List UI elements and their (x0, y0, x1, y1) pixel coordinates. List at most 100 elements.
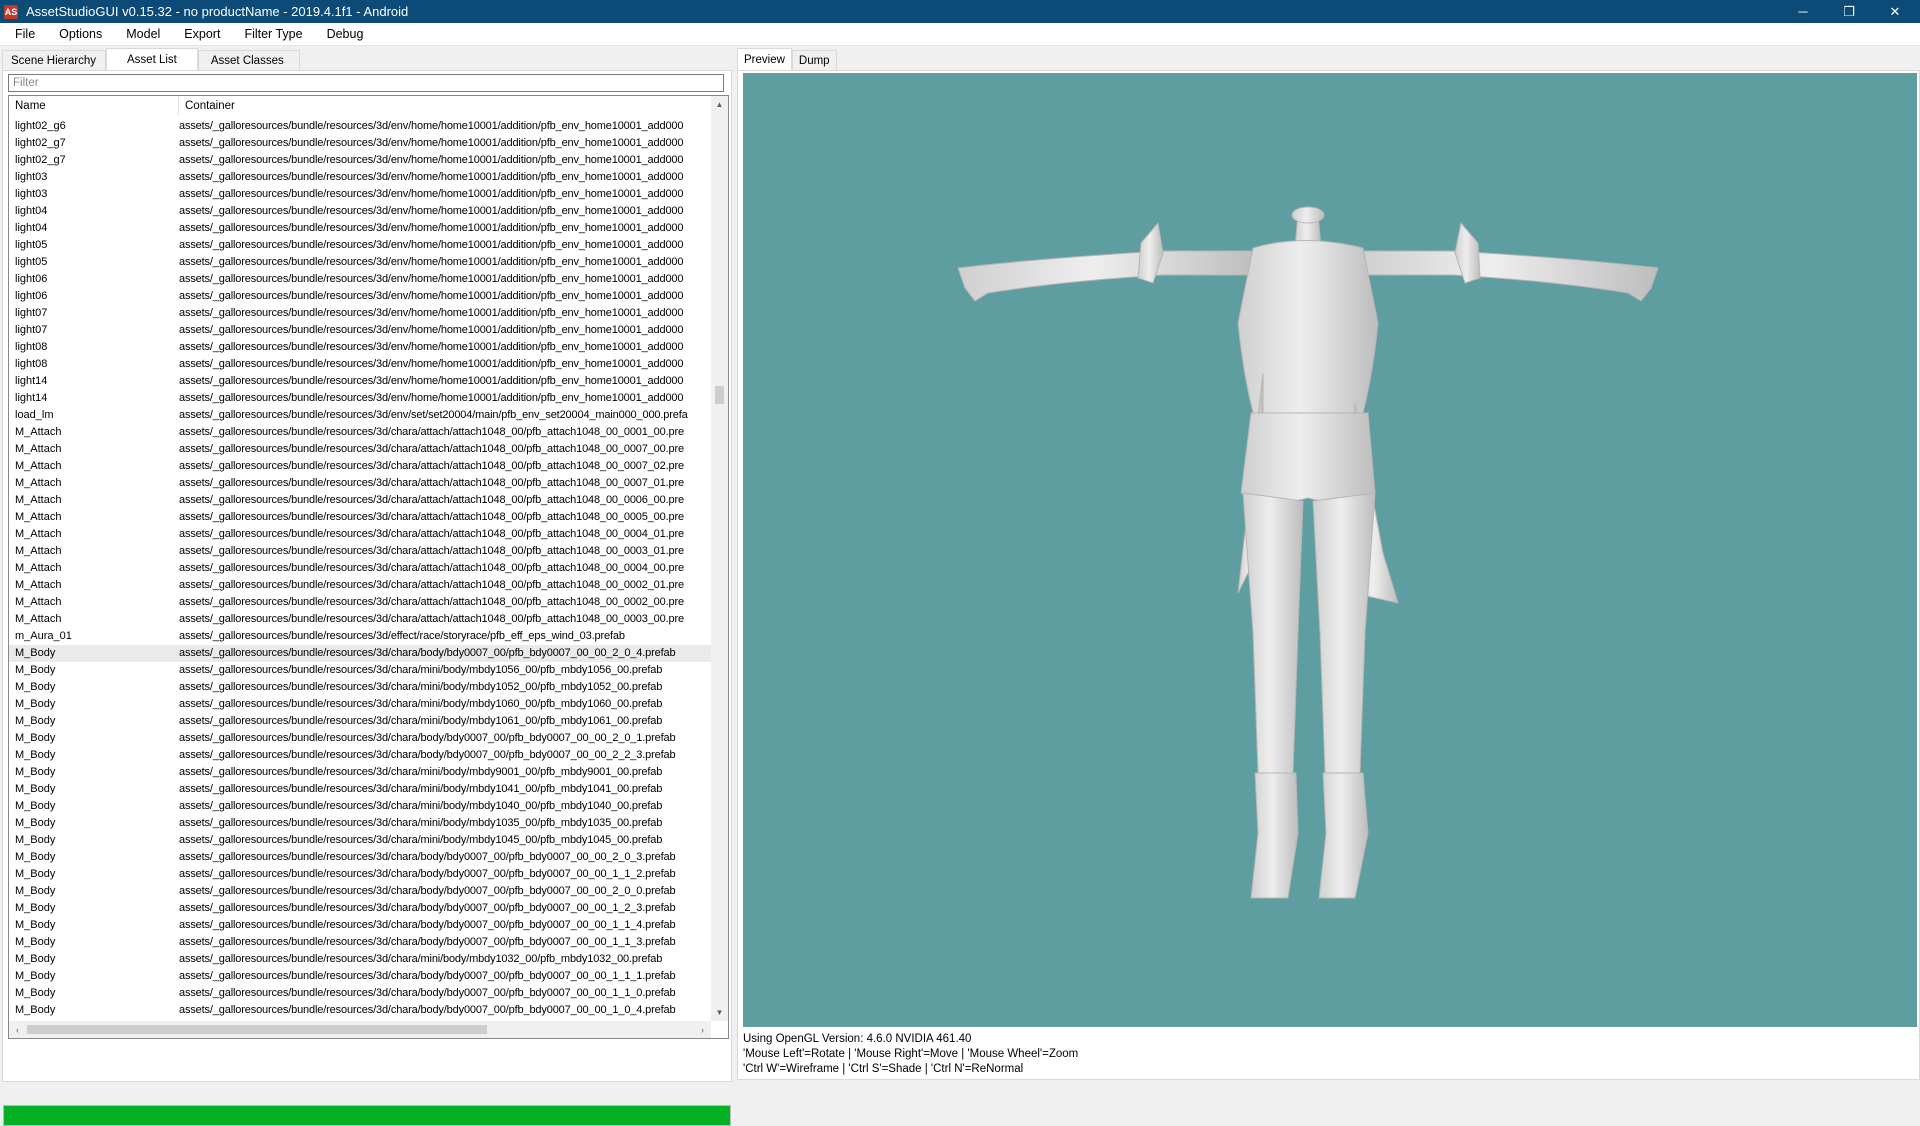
up-arrow-icon[interactable]: ▲ (711, 96, 728, 113)
table-row[interactable]: M_Attach assets/_galloresources/bundle/re… (9, 611, 713, 628)
menu-options[interactable]: Options (43, 27, 110, 41)
cell-name: light05 (15, 256, 48, 268)
cell-name: light14 (15, 375, 48, 387)
tab-scene-hierarchy[interactable]: Scene Hierarchy (2, 50, 106, 71)
table-row[interactable]: M_Body assets/_galloresources/bundle/reso… (9, 713, 713, 730)
cell-container: assets/_galloresources/bundle/resources/… (179, 239, 684, 251)
asset-list-view[interactable]: Name Container light02_g6 assets/_gallore… (8, 95, 729, 1039)
table-row[interactable]: M_Attach assets/_galloresources/bundle/re… (9, 441, 713, 458)
table-row[interactable]: M_Body assets/_galloresources/bundle/reso… (9, 781, 713, 798)
table-row[interactable]: M_Attach assets/_galloresources/bundle/re… (9, 577, 713, 594)
table-row[interactable]: M_Body assets/_galloresources/bundle/reso… (9, 730, 713, 747)
tab-asset-list[interactable]: Asset List (106, 48, 198, 71)
menu-debug[interactable]: Debug (311, 27, 372, 41)
cell-container: assets/_galloresources/bundle/resources/… (179, 936, 676, 948)
minimize-button[interactable]: ─ (1780, 0, 1826, 23)
table-row[interactable]: light04 assets/_galloresources/bundle/res… (9, 203, 713, 220)
cell-name: M_Body (15, 902, 56, 914)
cell-container: assets/_galloresources/bundle/resources/… (179, 749, 676, 761)
column-header-container[interactable]: Container (179, 96, 709, 116)
table-row[interactable]: M_Body assets/_galloresources/bundle/reso… (9, 679, 713, 696)
table-row[interactable]: M_Body assets/_galloresources/bundle/reso… (9, 815, 713, 832)
cell-container: assets/_galloresources/bundle/resources/… (179, 647, 676, 659)
table-row[interactable]: M_Body assets/_galloresources/bundle/reso… (9, 951, 713, 968)
cell-container: assets/_galloresources/bundle/resources/… (179, 426, 684, 438)
table-row[interactable]: light14 assets/_galloresources/bundle/res… (9, 373, 713, 390)
cell-name: M_Attach (15, 494, 62, 506)
table-row[interactable]: M_Attach assets/_galloresources/bundle/re… (9, 475, 713, 492)
table-row[interactable]: M_Body assets/_galloresources/bundle/reso… (9, 1002, 713, 1019)
table-row[interactable]: load_lm assets/_galloresources/bundle/res… (9, 407, 713, 424)
close-button[interactable]: ✕ (1872, 0, 1918, 23)
tab-dump[interactable]: Dump (791, 50, 837, 71)
table-row[interactable]: light05 assets/_galloresources/bundle/res… (9, 237, 713, 254)
cell-name: M_Attach (15, 477, 62, 489)
menu-file[interactable]: File (0, 27, 43, 41)
cell-container: assets/_galloresources/bundle/resources/… (179, 834, 663, 846)
table-row[interactable]: M_Body assets/_galloresources/bundle/reso… (9, 764, 713, 781)
table-row[interactable]: M_Body assets/_galloresources/bundle/reso… (9, 798, 713, 815)
table-row[interactable]: M_Body assets/_galloresources/bundle/reso… (9, 849, 713, 866)
table-row[interactable]: light04 assets/_galloresources/bundle/res… (9, 220, 713, 237)
table-row[interactable]: M_Attach assets/_galloresources/bundle/re… (9, 526, 713, 543)
vertical-scroll-thumb[interactable] (715, 386, 724, 404)
column-header-name[interactable]: Name (9, 96, 179, 116)
filter-input[interactable]: Filter (8, 74, 724, 92)
down-arrow-icon[interactable]: ▼ (711, 1004, 728, 1021)
horizontal-scrollbar[interactable]: ‹ › (9, 1021, 711, 1038)
table-row[interactable]: M_Body assets/_galloresources/bundle/reso… (9, 883, 713, 900)
table-row[interactable]: light14 assets/_galloresources/bundle/res… (9, 390, 713, 407)
left-arrow-icon[interactable]: ‹ (9, 1021, 26, 1038)
table-row[interactable]: light03 assets/_galloresources/bundle/res… (9, 169, 713, 186)
menu-filter-type[interactable]: Filter Type (228, 27, 310, 41)
model-preview-viewport[interactable] (743, 73, 1917, 1027)
table-row[interactable]: light07 assets/_galloresources/bundle/res… (9, 322, 713, 339)
table-row[interactable]: light05 assets/_galloresources/bundle/res… (9, 254, 713, 271)
right-arrow-icon[interactable]: › (694, 1021, 711, 1038)
table-row[interactable]: light03 assets/_galloresources/bundle/res… (9, 186, 713, 203)
table-row[interactable]: M_Body assets/_galloresources/bundle/reso… (9, 934, 713, 951)
cell-container: assets/_galloresources/bundle/resources/… (179, 154, 684, 166)
restore-button[interactable]: ❐ (1826, 0, 1872, 23)
cell-name: light02_g7 (15, 137, 66, 149)
table-row[interactable]: M_Attach assets/_galloresources/bundle/re… (9, 560, 713, 577)
progress-bar (3, 1105, 731, 1126)
table-row[interactable]: M_Body assets/_galloresources/bundle/reso… (9, 645, 713, 662)
table-row[interactable]: M_Attach assets/_galloresources/bundle/re… (9, 492, 713, 509)
horizontal-scroll-thumb[interactable] (27, 1025, 487, 1034)
tab-preview[interactable]: Preview (737, 48, 792, 71)
menu-export[interactable]: Export (168, 27, 228, 41)
table-row[interactable]: M_Body assets/_galloresources/bundle/reso… (9, 985, 713, 1002)
table-row[interactable]: M_Attach assets/_galloresources/bundle/re… (9, 424, 713, 441)
table-row[interactable]: light02_g7 assets/_galloresources/bundle/… (9, 152, 713, 169)
table-row[interactable]: light06 assets/_galloresources/bundle/res… (9, 271, 713, 288)
table-row[interactable]: m_Aura_01 assets/_galloresources/bundle/r… (9, 628, 713, 645)
table-row[interactable]: light07 assets/_galloresources/bundle/res… (9, 305, 713, 322)
table-row[interactable]: M_Body assets/_galloresources/bundle/reso… (9, 696, 713, 713)
table-row[interactable]: M_Attach assets/_galloresources/bundle/re… (9, 594, 713, 611)
table-row[interactable]: M_Attach assets/_galloresources/bundle/re… (9, 509, 713, 526)
table-row[interactable]: light08 assets/_galloresources/bundle/res… (9, 356, 713, 373)
tab-asset-classes[interactable]: Asset Classes (197, 50, 300, 71)
cell-container: assets/_galloresources/bundle/resources/… (179, 477, 684, 489)
cell-name: M_Body (15, 851, 56, 863)
menu-model[interactable]: Model (110, 27, 168, 41)
table-row[interactable]: light02_g7 assets/_galloresources/bundle/… (9, 135, 713, 152)
cell-container: assets/_galloresources/bundle/resources/… (179, 290, 684, 302)
table-row[interactable]: M_Body assets/_galloresources/bundle/reso… (9, 747, 713, 764)
cell-container: assets/_galloresources/bundle/resources/… (179, 681, 663, 693)
table-row[interactable]: M_Attach assets/_galloresources/bundle/re… (9, 458, 713, 475)
cell-container: assets/_galloresources/bundle/resources/… (179, 970, 676, 982)
table-row[interactable]: M_Attach assets/_galloresources/bundle/re… (9, 543, 713, 560)
cell-container: assets/_galloresources/bundle/resources/… (179, 664, 663, 676)
table-row[interactable]: M_Body assets/_galloresources/bundle/reso… (9, 917, 713, 934)
table-row[interactable]: M_Body assets/_galloresources/bundle/reso… (9, 900, 713, 917)
table-row[interactable]: light08 assets/_galloresources/bundle/res… (9, 339, 713, 356)
table-row[interactable]: light02_g6 assets/_galloresources/bundle/… (9, 118, 713, 135)
table-row[interactable]: light06 assets/_galloresources/bundle/res… (9, 288, 713, 305)
table-row[interactable]: M_Body assets/_galloresources/bundle/reso… (9, 968, 713, 985)
vertical-scrollbar[interactable]: ▲ ▼ (711, 96, 728, 1021)
table-row[interactable]: M_Body assets/_galloresources/bundle/reso… (9, 866, 713, 883)
table-row[interactable]: M_Body assets/_galloresources/bundle/reso… (9, 662, 713, 679)
table-row[interactable]: M_Body assets/_galloresources/bundle/reso… (9, 832, 713, 849)
